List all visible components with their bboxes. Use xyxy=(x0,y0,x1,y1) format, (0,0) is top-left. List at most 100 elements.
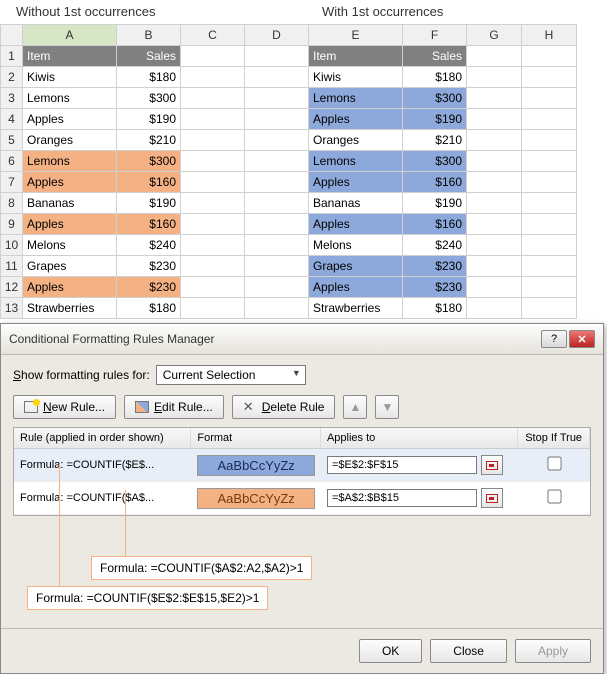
cell[interactable] xyxy=(181,88,245,109)
cell-item[interactable]: Melons xyxy=(23,235,117,256)
cell[interactable] xyxy=(522,67,577,88)
column-header-E[interactable]: E xyxy=(309,25,403,46)
header-item[interactable]: Item xyxy=(23,46,117,67)
spreadsheet-grid[interactable]: ABCDEFGH 1ItemSalesItemSales2Kiwis$180Ki… xyxy=(0,24,577,319)
cell-item[interactable]: Lemons xyxy=(309,151,403,172)
cell-item[interactable]: Lemons xyxy=(309,88,403,109)
row-header[interactable]: 9 xyxy=(1,214,23,235)
cell-sales[interactable]: $190 xyxy=(403,109,467,130)
cell[interactable] xyxy=(522,172,577,193)
cell[interactable] xyxy=(467,151,522,172)
cell[interactable] xyxy=(181,235,245,256)
row-header[interactable]: 13 xyxy=(1,298,23,319)
stop-if-true-checkbox[interactable] xyxy=(547,456,561,470)
cell-item[interactable]: Apples xyxy=(23,214,117,235)
cell-sales[interactable]: $190 xyxy=(117,109,181,130)
cell-sales[interactable]: $190 xyxy=(403,193,467,214)
scope-dropdown[interactable]: Current Selection xyxy=(156,365,306,385)
cell-sales[interactable]: $210 xyxy=(117,130,181,151)
cell[interactable] xyxy=(522,193,577,214)
column-header-B[interactable]: B xyxy=(117,25,181,46)
edit-rule-button[interactable]: Edit Rule... xyxy=(124,395,224,419)
cell-item[interactable]: Oranges xyxy=(23,130,117,151)
cell[interactable] xyxy=(181,298,245,319)
column-header-C[interactable]: C xyxy=(181,25,245,46)
cell[interactable] xyxy=(522,46,577,67)
cell-item[interactable]: Grapes xyxy=(23,256,117,277)
cell-item[interactable]: Apples xyxy=(309,172,403,193)
cell[interactable] xyxy=(245,151,309,172)
cell[interactable] xyxy=(245,256,309,277)
range-selector-button[interactable] xyxy=(481,488,503,508)
cell[interactable] xyxy=(181,256,245,277)
cell[interactable] xyxy=(467,193,522,214)
cell-item[interactable]: Lemons xyxy=(23,151,117,172)
cell[interactable] xyxy=(467,130,522,151)
cell[interactable] xyxy=(245,67,309,88)
cell-sales[interactable]: $180 xyxy=(117,67,181,88)
cell-item[interactable]: Apples xyxy=(309,109,403,130)
cell[interactable] xyxy=(181,151,245,172)
cell-sales[interactable]: $300 xyxy=(117,151,181,172)
column-header-A[interactable]: A xyxy=(23,25,117,46)
cell-item[interactable]: Apples xyxy=(23,109,117,130)
move-up-button[interactable]: ▲ xyxy=(343,395,367,419)
cell[interactable] xyxy=(522,130,577,151)
header-sales[interactable]: Sales xyxy=(403,46,467,67)
cell-sales[interactable]: $180 xyxy=(403,298,467,319)
cell-sales[interactable]: $230 xyxy=(117,277,181,298)
row-header[interactable]: 6 xyxy=(1,151,23,172)
row-header[interactable]: 1 xyxy=(1,46,23,67)
row-header[interactable]: 12 xyxy=(1,277,23,298)
ok-button[interactable]: OK xyxy=(359,639,422,663)
cell-sales[interactable]: $180 xyxy=(117,298,181,319)
cell[interactable] xyxy=(181,130,245,151)
cell-sales[interactable]: $230 xyxy=(403,256,467,277)
cell[interactable] xyxy=(467,88,522,109)
column-header-G[interactable]: G xyxy=(467,25,522,46)
cell[interactable] xyxy=(245,130,309,151)
cell-sales[interactable]: $240 xyxy=(117,235,181,256)
cell-item[interactable]: Lemons xyxy=(23,88,117,109)
cell[interactable] xyxy=(467,172,522,193)
row-header[interactable]: 10 xyxy=(1,235,23,256)
cell[interactable] xyxy=(522,235,577,256)
cell[interactable] xyxy=(245,88,309,109)
cell[interactable] xyxy=(522,109,577,130)
column-header-H[interactable]: H xyxy=(522,25,577,46)
cell-sales[interactable]: $300 xyxy=(117,88,181,109)
row-header[interactable]: 8 xyxy=(1,193,23,214)
cell-sales[interactable]: $210 xyxy=(403,130,467,151)
row-header[interactable]: 2 xyxy=(1,67,23,88)
cell[interactable] xyxy=(181,109,245,130)
cell[interactable] xyxy=(522,256,577,277)
cell[interactable] xyxy=(467,277,522,298)
cell-sales[interactable]: $160 xyxy=(117,214,181,235)
rule-row[interactable]: Formula: =COUNTIF($A$...AaBbCcYyZz=$A$2:… xyxy=(14,482,590,515)
cell-item[interactable]: Strawberries xyxy=(23,298,117,319)
cell[interactable] xyxy=(467,256,522,277)
help-button[interactable]: ? xyxy=(541,330,567,348)
apply-button[interactable]: Apply xyxy=(515,639,591,663)
cell[interactable] xyxy=(467,109,522,130)
cell[interactable] xyxy=(467,214,522,235)
cell[interactable] xyxy=(522,298,577,319)
cell[interactable] xyxy=(522,151,577,172)
row-header[interactable]: 7 xyxy=(1,172,23,193)
cell-item[interactable]: Oranges xyxy=(309,130,403,151)
move-down-button[interactable]: ▼ xyxy=(375,395,399,419)
close-x-button[interactable]: ✕ xyxy=(569,330,595,348)
column-header-D[interactable]: D xyxy=(245,25,309,46)
cell-item[interactable]: Grapes xyxy=(309,256,403,277)
cell[interactable] xyxy=(522,88,577,109)
cell-sales[interactable]: $300 xyxy=(403,88,467,109)
applies-to-input[interactable]: =$E$2:$F$15 xyxy=(327,456,477,474)
cell-item[interactable]: Kiwis xyxy=(23,67,117,88)
close-button[interactable]: Close xyxy=(430,639,507,663)
cell[interactable] xyxy=(467,67,522,88)
new-rule-button[interactable]: New Rule... xyxy=(13,395,116,419)
row-header[interactable]: 3 xyxy=(1,88,23,109)
cell-item[interactable]: Strawberries xyxy=(309,298,403,319)
stop-if-true-checkbox[interactable] xyxy=(547,489,561,503)
cell[interactable] xyxy=(181,193,245,214)
